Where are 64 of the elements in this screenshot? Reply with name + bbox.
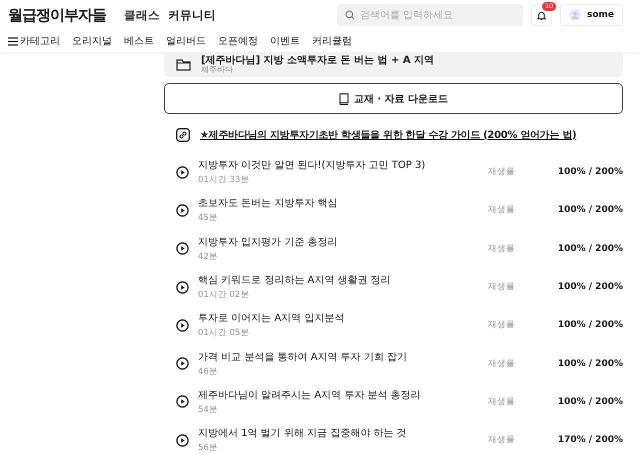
play-rate-label: 재생률 [488,281,516,294]
site-logo[interactable]: 월급쟁이부자들 [8,6,106,24]
play-rate: 100% / 200% [558,282,623,292]
lesson-title[interactable]: 핵심 키워드로 정리하는 A지역 생활권 정리 [198,273,391,288]
play-icon[interactable] [176,318,189,332]
play-icon[interactable] [176,242,189,256]
lesson-title[interactable]: 가격 비교 분석을 통하여 A지역 투자 기회 잡기 [198,350,408,364]
lesson-title[interactable]: 지방투자 입지평가 기준 총정리 [198,234,338,249]
play-rate-label: 재생률 [488,242,516,255]
play-rate: 170% / 200% [558,435,623,446]
search-field[interactable]: 검색어를 입력하세요 [336,4,523,26]
link-icon [176,128,190,142]
nav-link[interactable]: 베스트 [124,34,154,48]
play-rate-label: 재생률 [488,396,516,408]
avatar-icon [568,9,581,21]
lesson-title[interactable]: 지방투자 이것만 알면 된다!(지방투자 고민 TOP 3) [198,158,426,172]
nav-link[interactable]: 오픈예정 [218,34,258,48]
bell-icon [536,10,547,20]
lesson-title[interactable]: 제주바다님이 알려주시는 A지역 투자 분석 총정리 [198,388,421,402]
course-title: [제주바다님] 지방 소액투자로 돈 버는 법 + A 지역 [201,55,434,66]
folder-icon [176,59,191,71]
play-rate: 100% / 200% [558,205,623,216]
lesson-duration: 46분 [198,366,218,378]
user-button[interactable]: some [560,4,623,26]
lesson-title[interactable]: 초보자도 돈버는 지방투자 핵심 [198,196,338,210]
category-menu[interactable]: 카테고리 [8,34,60,48]
play-rate: 100% / 200% [558,244,623,254]
lesson-duration: 01시간 33분 [198,174,250,186]
nav-link[interactable]: 커리큘럼 [312,34,352,48]
nav-link[interactable]: 얼리버드 [166,34,206,48]
play-rate-label: 재생률 [488,358,516,370]
course-card[interactable]: [제주바다님] 지방 소액투자로 돈 버는 법 + A 지역 제주바다 [164,53,623,77]
lesson-duration: 01시간 02분 [198,289,250,302]
lesson-duration: 01시간 05분 [198,327,250,340]
lesson-title[interactable]: 투자로 이어지는 A지역 입지분석 [198,311,344,326]
play-icon[interactable] [176,434,189,447]
course-author: 제주바다 [201,66,234,75]
lesson-duration: 45분 [198,212,218,224]
search-icon [344,10,355,20]
nav-link[interactable]: 이벤트 [270,34,300,48]
play-rate: 100% / 200% [558,320,623,330]
nav-link[interactable]: 오리지널 [72,34,112,48]
lesson-duration: 56분 [198,442,218,454]
play-icon[interactable] [176,204,189,217]
menu-icon [8,36,18,46]
play-icon[interactable] [176,166,189,179]
play-rate-label: 재생률 [488,319,516,332]
menu-link[interactable]: 커뮤니티 [168,8,216,22]
play-rate-label: 재생률 [488,204,516,216]
play-rate: 100% / 200% [558,167,623,178]
menu-link[interactable]: 클래스 [124,8,160,22]
download-button[interactable]: 교재 · 자료 다운로드 [164,83,623,114]
play-rate-label: 재생률 [488,434,516,446]
lesson-title[interactable]: 지방에서 1억 벌기 위해 지금 집중해야 하는 것 [198,426,407,440]
play-rate: 100% / 200% [558,358,623,369]
play-icon[interactable] [176,357,189,370]
play-rate-label: 재생률 [488,166,516,178]
play-icon[interactable] [176,280,189,294]
play-rate: 100% / 200% [558,396,623,407]
guide-link[interactable]: ★제주바다님의 지방투자기초반 학생들을 위한 한달 수강 가이드 (200% 얻어가는 법) [200,128,576,142]
lesson-duration: 54분 [198,404,218,416]
lesson-duration: 42분 [198,250,218,263]
book-icon [338,92,349,104]
play-icon[interactable] [176,395,189,408]
